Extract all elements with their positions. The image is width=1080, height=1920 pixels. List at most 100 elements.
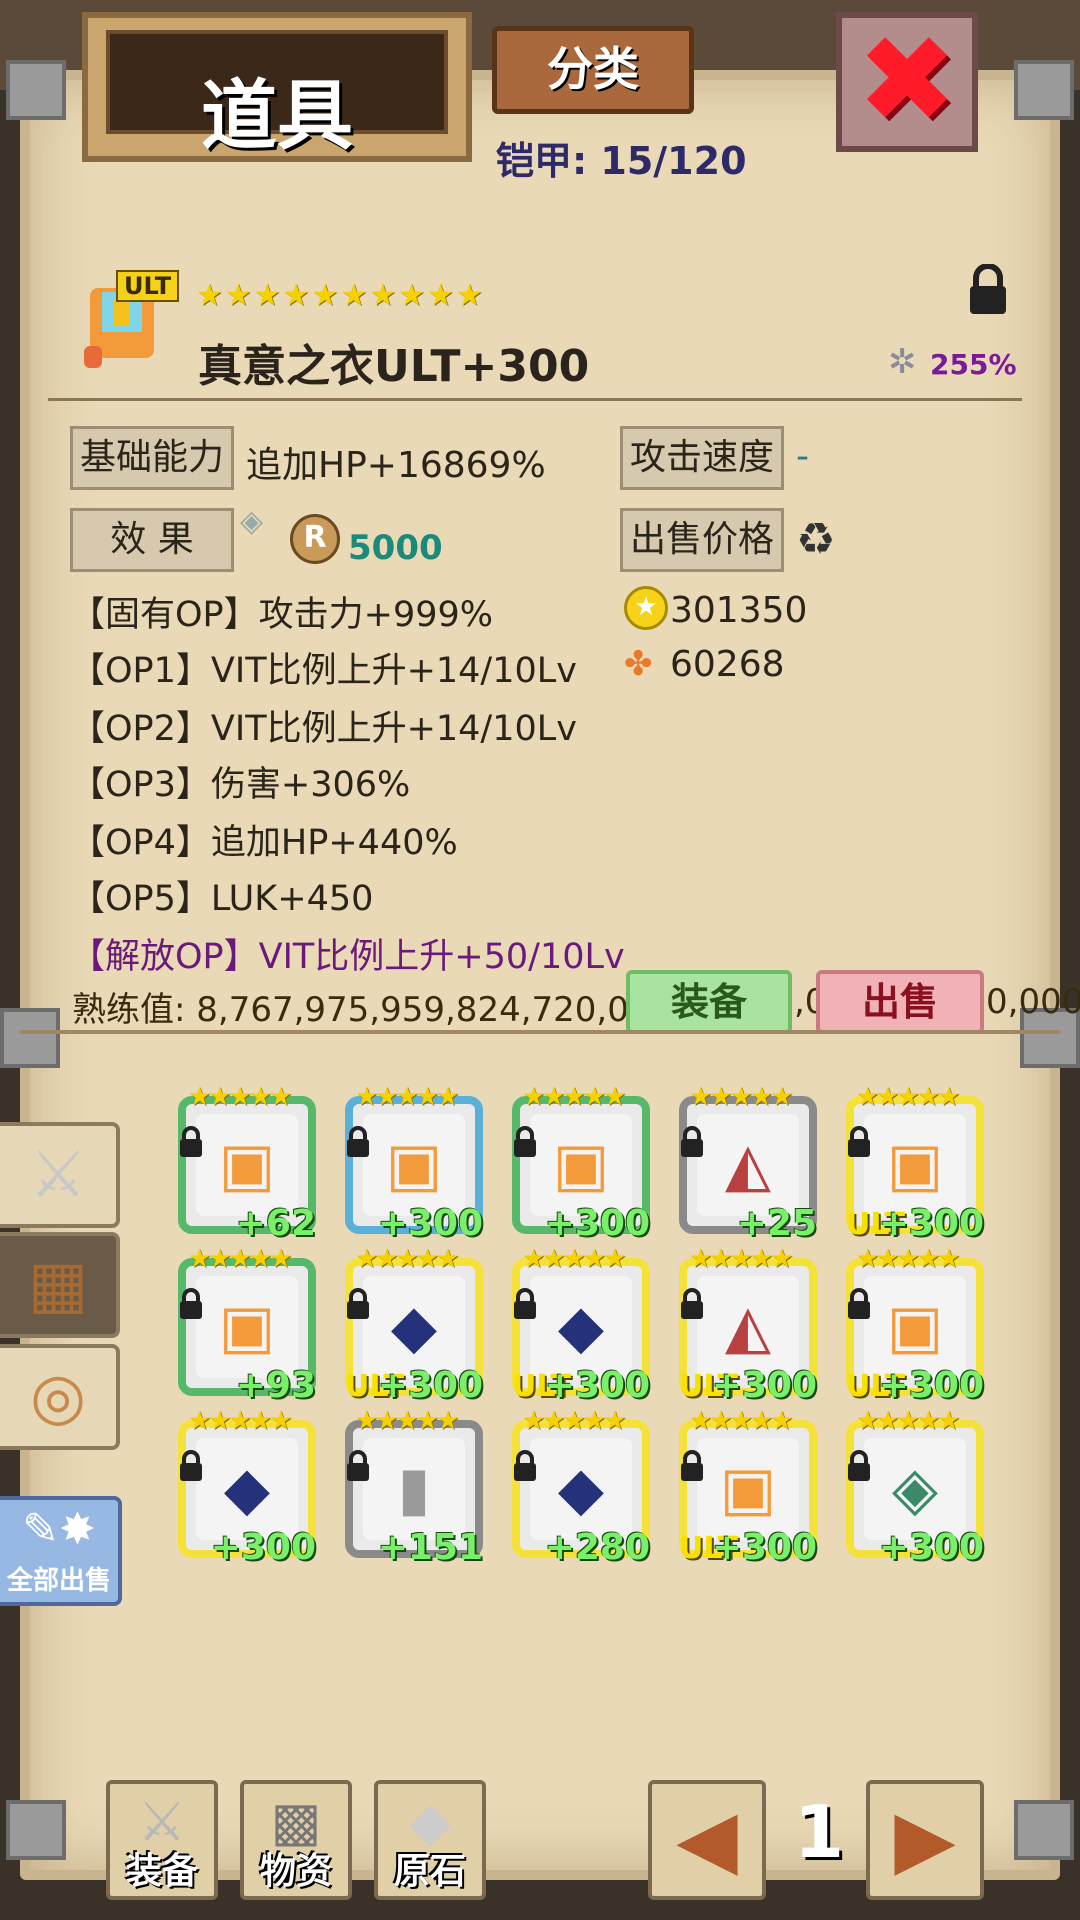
inventory-slot[interactable]: ◈ ★★★★★ +300	[846, 1406, 984, 1568]
gold-coin-icon: ★	[624, 586, 668, 630]
slot-stars: ★★★★★	[188, 1082, 293, 1112]
slot-level: +300	[878, 1527, 984, 1568]
slot-level: +300	[544, 1203, 650, 1244]
enhance-percent: 255%	[930, 348, 1017, 381]
corner-ornament	[6, 1800, 66, 1860]
slot-level: +93	[235, 1365, 316, 1406]
lock-icon[interactable]	[966, 263, 1010, 326]
slot-lock-icon	[512, 1126, 538, 1165]
slot-lock-icon	[512, 1288, 538, 1327]
option-line: 【OP1】VIT比例上升+14/10Lv	[70, 651, 577, 691]
inventory-slot[interactable]: ◭ ★★★★★ +25	[679, 1082, 817, 1244]
armor-icon: ▣	[218, 1292, 276, 1362]
armor-vest-icon: ▦	[27, 1248, 89, 1322]
corner-ornament	[1014, 60, 1074, 120]
slot-level: +300	[711, 1527, 817, 1568]
slot-stars: ★★★★★	[188, 1244, 293, 1274]
diamond-icon: ◈	[240, 504, 264, 539]
tab-accessories[interactable]: ◎	[0, 1344, 120, 1450]
base-ability-label: 基础能力	[70, 426, 234, 490]
sword-icon: ⚔	[29, 1138, 87, 1212]
slot-stars: ★★★★★	[689, 1082, 794, 1112]
slot-lock-icon	[345, 1288, 371, 1327]
nav-gems-button[interactable]: ◆ 原石	[374, 1780, 486, 1900]
slot-stars: ★★★★★	[856, 1406, 961, 1436]
slot-level: +300	[544, 1365, 650, 1406]
nav-equip-button[interactable]: ⚔ 装备	[106, 1780, 218, 1900]
option-line: 【OP2】VIT比例上升+14/10Lv	[70, 709, 577, 749]
slot-level: +62	[235, 1203, 316, 1244]
inventory-slot[interactable]: ▣ ★★★★★ ULT +300	[679, 1406, 817, 1568]
armor-icon: ▣	[886, 1130, 944, 1200]
inventory-slot[interactable]: ◆ ★★★★★ +280	[512, 1406, 650, 1568]
slot-stars: ★★★★★	[522, 1406, 627, 1436]
slot-stars: ★★★★★	[856, 1244, 961, 1274]
slot-lock-icon	[345, 1126, 371, 1165]
option-line: 【OP4】追加HP+440%	[70, 823, 458, 863]
slot-level: +300	[377, 1203, 483, 1244]
item-name: 真意之衣ULT+300	[198, 341, 590, 392]
green-armor-icon: ◈	[891, 1454, 939, 1524]
slot-lock-icon	[846, 1450, 872, 1489]
sort-button[interactable]: 分类	[492, 26, 694, 114]
sell-all-button[interactable]: ✎✸ 全部出售	[0, 1496, 122, 1606]
nav-materials-button[interactable]: ▩ 物资	[240, 1780, 352, 1900]
dark-robe-icon: ◆	[390, 1292, 438, 1362]
inventory-slot[interactable]: ▣ ★★★★★ ULT +300	[846, 1244, 984, 1406]
recycle-icon[interactable]: ♻	[796, 514, 835, 565]
proficiency-tail-right: 0,000,	[986, 982, 1080, 1022]
ult-badge: ULT	[116, 270, 180, 302]
page-title: 道具	[201, 71, 353, 160]
nav-gems-label: 原石	[393, 1851, 466, 1892]
ring-icon: ◎	[30, 1360, 86, 1434]
corner-ornament	[6, 60, 66, 120]
sell-button[interactable]: 出售	[816, 970, 984, 1034]
armor-icon: ▣	[552, 1130, 610, 1200]
effect-value: 5000	[348, 528, 443, 568]
inventory-slot[interactable]: ▣ ★★★★★ ULT +300	[846, 1082, 984, 1244]
cape-icon: ◭	[724, 1130, 772, 1200]
attack-speed-label: 攻击速度	[620, 426, 784, 490]
material-price: 60268	[670, 644, 785, 685]
tab-weapons[interactable]: ⚔	[0, 1122, 120, 1228]
rune-r-icon: R	[290, 514, 340, 564]
inventory-slot[interactable]: ▮ ★★★★★ +151	[345, 1406, 483, 1568]
slot-stars: ★★★★★	[689, 1406, 794, 1436]
slot-lock-icon	[846, 1288, 872, 1327]
slot-level: +300	[878, 1203, 984, 1244]
slot-stars: ★★★★★	[856, 1082, 961, 1112]
next-page-button[interactable]: ▶	[866, 1780, 984, 1900]
close-x-icon: ✖	[856, 11, 958, 150]
inventory-slot[interactable]: ▣ ★★★★★ +300	[345, 1082, 483, 1244]
dark-robe-icon: ◆	[223, 1454, 271, 1524]
inventory-slot[interactable]: ▣ ★★★★★ +93	[178, 1244, 316, 1406]
gold-price: 301350	[670, 590, 808, 631]
tab-armor[interactable]: ▦	[0, 1232, 120, 1338]
cape-icon: ◭	[724, 1292, 772, 1362]
inventory-slot[interactable]: ◆ ★★★★★ +300	[178, 1406, 316, 1568]
armor-icon: ▣	[886, 1292, 944, 1362]
slot-stars: ★★★★★	[689, 1244, 794, 1274]
sell-all-label: 全部出售	[6, 1566, 111, 1596]
inventory-slot[interactable]: ▣ ★★★★★ +300	[512, 1082, 650, 1244]
option-line: 【OP3】伤害+306%	[70, 765, 411, 805]
prev-page-button[interactable]: ◀	[648, 1780, 766, 1900]
nav-materials-label: 物资	[259, 1851, 332, 1892]
slot-lock-icon	[679, 1450, 705, 1489]
gear-icon: ✲	[888, 342, 917, 382]
inventory-slot[interactable]: ◆ ★★★★★ ULT +300	[512, 1244, 650, 1406]
inventory-slot[interactable]: ◆ ★★★★★ ULT +300	[345, 1244, 483, 1406]
right-arrow-icon: ▶	[894, 1792, 956, 1885]
equip-button[interactable]: 装备	[626, 970, 792, 1034]
page-number: 1	[794, 1790, 845, 1874]
close-button[interactable]: ✖	[836, 12, 978, 152]
section-divider	[20, 1030, 1060, 1034]
slot-level: +300	[878, 1365, 984, 1406]
slot-stars: ★★★★★	[355, 1244, 460, 1274]
inventory-slot[interactable]: ◭ ★★★★★ ULT +300	[679, 1244, 817, 1406]
inventory-slot[interactable]: ▣ ★★★★★ +62	[178, 1082, 316, 1244]
plate-armor-icon: ▮	[397, 1454, 431, 1524]
armor-icon: ▣	[719, 1454, 777, 1524]
divider	[48, 398, 1022, 401]
slot-lock-icon	[679, 1288, 705, 1327]
